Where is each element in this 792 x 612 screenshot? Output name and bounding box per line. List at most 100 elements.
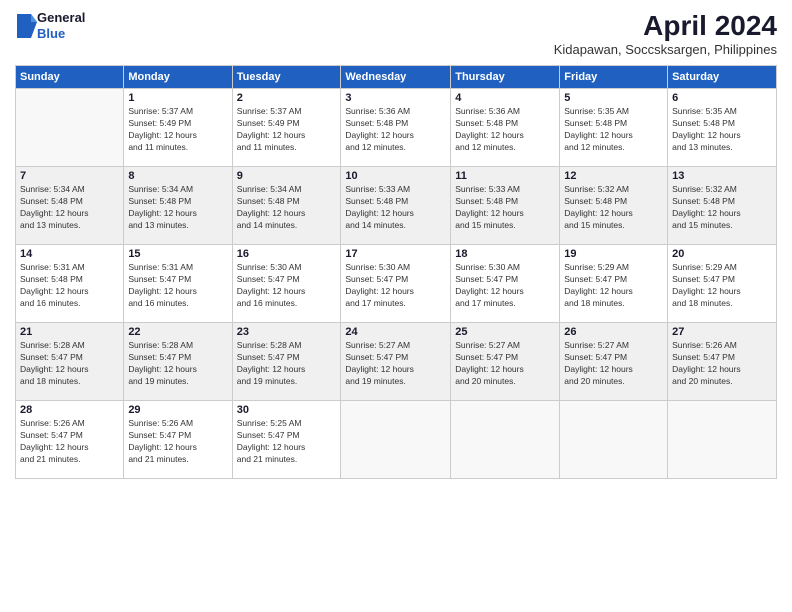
table-row: 5 Sunrise: 5:35 AM Sunset: 5:48 PM Daylig…	[560, 89, 668, 167]
table-row: 19 Sunrise: 5:29 AM Sunset: 5:47 PM Dayli…	[560, 245, 668, 323]
day-number: 10	[345, 170, 446, 182]
day-info: Sunrise: 5:25 AM Sunset: 5:47 PM Dayligh…	[237, 418, 337, 466]
col-monday: Monday	[124, 66, 232, 89]
day-number: 15	[128, 248, 227, 260]
day-info: Sunrise: 5:31 AM Sunset: 5:48 PM Dayligh…	[20, 262, 119, 310]
day-number: 5	[564, 92, 663, 104]
day-number: 4	[455, 92, 555, 104]
table-row: 15 Sunrise: 5:31 AM Sunset: 5:47 PM Dayli…	[124, 245, 232, 323]
day-info: Sunrise: 5:27 AM Sunset: 5:47 PM Dayligh…	[564, 340, 663, 388]
table-row: 7Sunrise: 5:34 AM Sunset: 5:48 PM Daylig…	[16, 167, 124, 245]
table-row: 1Sunrise: 5:37 AM Sunset: 5:49 PM Daylig…	[124, 89, 232, 167]
day-info: Sunrise: 5:34 AM Sunset: 5:48 PM Dayligh…	[237, 184, 337, 232]
day-info: Sunrise: 5:28 AM Sunset: 5:47 PM Dayligh…	[128, 340, 227, 388]
table-row: 3 Sunrise: 5:36 AM Sunset: 5:48 PM Daylig…	[341, 89, 451, 167]
day-info: Sunrise: 5:32 AM Sunset: 5:48 PM Dayligh…	[672, 184, 772, 232]
day-number: 18	[455, 248, 555, 260]
table-row	[341, 401, 451, 479]
day-number: 24	[345, 326, 446, 338]
table-row	[451, 401, 560, 479]
table-row: 20 Sunrise: 5:29 AM Sunset: 5:47 PM Dayli…	[668, 245, 777, 323]
day-info: Sunrise: 5:29 AM Sunset: 5:47 PM Dayligh…	[564, 262, 663, 310]
location-text: Kidapawan, Soccsksargen, Philippines	[554, 42, 777, 57]
day-number: 19	[564, 248, 663, 260]
day-number: 6	[672, 92, 772, 104]
day-number: 2	[237, 92, 337, 104]
day-number: 27	[672, 326, 772, 338]
day-number: 30	[237, 404, 337, 416]
day-number: 14	[20, 248, 119, 260]
table-row: 21 Sunrise: 5:28 AM Sunset: 5:47 PM Dayli…	[16, 323, 124, 401]
day-info: Sunrise: 5:27 AM Sunset: 5:47 PM Dayligh…	[455, 340, 555, 388]
day-info: Sunrise: 5:36 AM Sunset: 5:48 PM Dayligh…	[345, 106, 446, 154]
day-number: 3	[345, 92, 446, 104]
day-number: 9	[237, 170, 337, 182]
col-wednesday: Wednesday	[341, 66, 451, 89]
day-info: Sunrise: 5:27 AM Sunset: 5:47 PM Dayligh…	[345, 340, 446, 388]
calendar-table: Sunday Monday Tuesday Wednesday Thursday…	[15, 65, 777, 479]
day-info: Sunrise: 5:36 AM Sunset: 5:48 PM Dayligh…	[455, 106, 555, 154]
day-number: 8	[128, 170, 227, 182]
calendar-week-row: 21 Sunrise: 5:28 AM Sunset: 5:47 PM Dayli…	[16, 323, 777, 401]
day-info: Sunrise: 5:34 AM Sunset: 5:48 PM Dayligh…	[128, 184, 227, 232]
day-number: 1	[128, 92, 227, 104]
day-info: Sunrise: 5:30 AM Sunset: 5:47 PM Dayligh…	[237, 262, 337, 310]
day-info: Sunrise: 5:33 AM Sunset: 5:48 PM Dayligh…	[345, 184, 446, 232]
table-row: 16 Sunrise: 5:30 AM Sunset: 5:47 PM Dayli…	[232, 245, 341, 323]
day-number: 28	[20, 404, 119, 416]
table-row: 26 Sunrise: 5:27 AM Sunset: 5:47 PM Dayli…	[560, 323, 668, 401]
table-row: 27 Sunrise: 5:26 AM Sunset: 5:47 PM Dayli…	[668, 323, 777, 401]
calendar-header-row: Sunday Monday Tuesday Wednesday Thursday…	[16, 66, 777, 89]
month-title: April 2024	[554, 10, 777, 42]
table-row: 11 Sunrise: 5:33 AM Sunset: 5:48 PM Dayli…	[451, 167, 560, 245]
day-info: Sunrise: 5:35 AM Sunset: 5:48 PM Dayligh…	[564, 106, 663, 154]
day-number: 7	[20, 170, 119, 182]
day-info: Sunrise: 5:37 AM Sunset: 5:49 PM Dayligh…	[237, 106, 337, 154]
day-info: Sunrise: 5:29 AM Sunset: 5:47 PM Dayligh…	[672, 262, 772, 310]
calendar-week-row: 1 Sunrise: 5:37 AM Sunset: 5:49 PM Daylig…	[16, 89, 777, 167]
day-info: Sunrise: 5:26 AM Sunset: 5:47 PM Dayligh…	[128, 418, 227, 466]
calendar-week-row: 28 Sunrise: 5:26 AM Sunset: 5:47 PM Dayli…	[16, 401, 777, 479]
logo-icon	[17, 14, 37, 38]
day-number: 26	[564, 326, 663, 338]
table-row: 23 Sunrise: 5:28 AM Sunset: 5:47 PM Dayli…	[232, 323, 341, 401]
page-header: General Blue April 2024 Kidapawan, Soccs…	[15, 10, 777, 57]
table-row: 17 Sunrise: 5:30 AM Sunset: 5:47 PM Dayli…	[341, 245, 451, 323]
logo: General Blue	[15, 10, 85, 41]
day-number: 22	[128, 326, 227, 338]
col-friday: Friday	[560, 66, 668, 89]
day-number: 16	[237, 248, 337, 260]
day-info: Sunrise: 5:31 AM Sunset: 5:47 PM Dayligh…	[128, 262, 227, 310]
day-number: 12	[564, 170, 663, 182]
day-info: Sunrise: 5:28 AM Sunset: 5:47 PM Dayligh…	[20, 340, 119, 388]
table-row: 13 Sunrise: 5:32 AM Sunset: 5:48 PM Dayli…	[668, 167, 777, 245]
logo-general-text: General	[37, 10, 85, 26]
day-info: Sunrise: 5:30 AM Sunset: 5:47 PM Dayligh…	[345, 262, 446, 310]
table-row: 9 Sunrise: 5:34 AM Sunset: 5:48 PM Daylig…	[232, 167, 341, 245]
title-section: April 2024 Kidapawan, Soccsksargen, Phil…	[554, 10, 777, 57]
day-number: 20	[672, 248, 772, 260]
day-number: 11	[455, 170, 555, 182]
table-row: 29Sunrise: 5:26 AM Sunset: 5:47 PM Dayli…	[124, 401, 232, 479]
day-info: Sunrise: 5:35 AM Sunset: 5:48 PM Dayligh…	[672, 106, 772, 154]
table-row: 22 Sunrise: 5:28 AM Sunset: 5:47 PM Dayli…	[124, 323, 232, 401]
logo-blue-text: Blue	[37, 26, 85, 42]
table-row: 4 Sunrise: 5:36 AM Sunset: 5:48 PM Daylig…	[451, 89, 560, 167]
day-info: Sunrise: 5:28 AM Sunset: 5:47 PM Dayligh…	[237, 340, 337, 388]
table-row	[560, 401, 668, 479]
table-row	[16, 89, 124, 167]
table-row: 14 Sunrise: 5:31 AM Sunset: 5:48 PM Dayli…	[16, 245, 124, 323]
day-number: 23	[237, 326, 337, 338]
table-row: 28Sunrise: 5:26 AM Sunset: 5:47 PM Dayli…	[16, 401, 124, 479]
day-info: Sunrise: 5:30 AM Sunset: 5:47 PM Dayligh…	[455, 262, 555, 310]
calendar-week-row: 7 Sunrise: 5:34 AM Sunset: 5:48 PM Daylig…	[16, 167, 777, 245]
table-row: 6 Sunrise: 5:35 AM Sunset: 5:48 PM Daylig…	[668, 89, 777, 167]
day-number: 17	[345, 248, 446, 260]
table-row: 24 Sunrise: 5:27 AM Sunset: 5:47 PM Dayli…	[341, 323, 451, 401]
table-row: 2 Sunrise: 5:37 AM Sunset: 5:49 PM Daylig…	[232, 89, 341, 167]
day-info: Sunrise: 5:33 AM Sunset: 5:48 PM Dayligh…	[455, 184, 555, 232]
day-number: 21	[20, 326, 119, 338]
day-number: 13	[672, 170, 772, 182]
day-info: Sunrise: 5:26 AM Sunset: 5:47 PM Dayligh…	[672, 340, 772, 388]
col-tuesday: Tuesday	[232, 66, 341, 89]
